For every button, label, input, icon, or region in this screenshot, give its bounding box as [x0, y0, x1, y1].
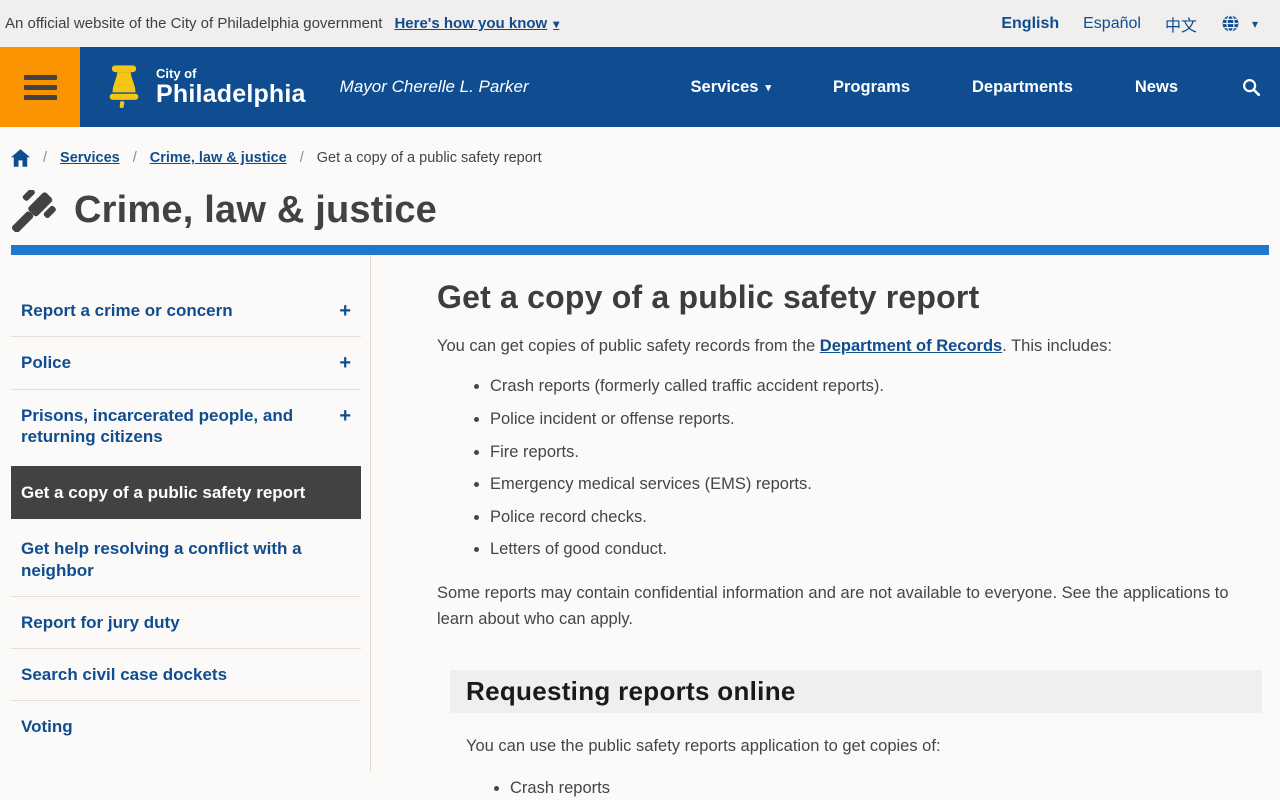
content-area: Report a crime or concern + Police + Pri…	[0, 255, 1280, 797]
sidebar-item-label: Prisons, incarcerated people, and return…	[21, 405, 294, 446]
city-of-philadelphia-logo[interactable]: City of Philadelphia	[102, 64, 306, 110]
mayor-name: Mayor Cherelle L. Parker	[339, 77, 529, 96]
intro-text-after: . This includes:	[1002, 337, 1112, 355]
language-english[interactable]: English	[1001, 15, 1059, 33]
logo-city-of: City of	[156, 66, 197, 81]
globe-icon	[1221, 14, 1240, 33]
plus-icon[interactable]: +	[339, 353, 351, 373]
language-chinese[interactable]: 中文	[1165, 12, 1197, 36]
breadcrumb-separator: /	[299, 150, 304, 166]
section-header: Requesting reports online	[450, 669, 1262, 713]
sidebar-item-label: Police	[21, 353, 72, 373]
home-icon[interactable]	[11, 149, 30, 167]
sidebar-item-report-a-crime-or-concern[interactable]: Report a crime or concern +	[11, 285, 361, 338]
nav-links: Services ▾ Programs Departments News	[691, 76, 1280, 98]
hamburger-icon	[23, 74, 57, 80]
gavel-icon	[12, 189, 58, 232]
plus-icon[interactable]: +	[339, 301, 351, 321]
sidebar-item-search-civil-case-dockets[interactable]: Search civil case dockets	[11, 649, 361, 702]
breadcrumb-link-services[interactable]: Services	[60, 150, 120, 166]
nav-item-departments-label: Departments	[972, 77, 1073, 96]
department-of-records-link[interactable]: Department of Records	[820, 337, 1002, 355]
language-switcher: English Español 中文 ▾	[1001, 12, 1258, 36]
liberty-bell-icon	[102, 64, 146, 110]
nav-item-programs-label: Programs	[832, 77, 911, 96]
online-report-types-list: Crash reports	[510, 776, 1262, 800]
sidebar-item-label: Search civil case dockets	[21, 665, 228, 684]
sidebar-item-label: Get a copy of a public safety report	[21, 483, 306, 502]
list-item: Fire reports.	[490, 440, 1262, 466]
sidebar-item-label: Voting	[21, 717, 73, 737]
requesting-reports-online-section: Requesting reports online You can use th…	[450, 669, 1262, 800]
nav-item-services-label: Services	[690, 77, 759, 96]
sidebar-item-prisons-incarcerated-people[interactable]: Prisons, incarcerated people, and return…	[11, 390, 361, 463]
heres-how-you-know-label: Here's how you know	[394, 15, 548, 32]
main-content: Get a copy of a public safety report You…	[371, 255, 1269, 797]
hamburger-icon	[23, 84, 57, 90]
list-item: Emergency medical services (EMS) reports…	[490, 472, 1262, 498]
caret-down-icon: ▾	[765, 81, 771, 94]
sidebar-item-label: Get help resolving a conflict with a nei…	[21, 539, 302, 580]
breadcrumb-separator: /	[43, 150, 48, 166]
list-item: Crash reports	[510, 776, 1262, 800]
language-globe-button[interactable]: ▾	[1221, 14, 1258, 33]
main-navigation: City of Philadelphia Mayor Cherelle L. P…	[0, 47, 1280, 127]
official-banner-text: An official website of the City of Phila…	[5, 15, 383, 32]
sidebar-item-report-for-jury-duty[interactable]: Report for jury duty	[11, 597, 361, 649]
sidebar: Report a crime or concern + Police + Pri…	[11, 255, 371, 772]
logo-text: City of Philadelphia	[156, 67, 306, 107]
caret-down-icon: ▾	[1251, 16, 1258, 31]
plus-icon[interactable]: +	[339, 406, 351, 426]
report-types-list: Crash reports (formerly called traffic a…	[490, 374, 1262, 562]
official-banner: An official website of the City of Phila…	[0, 0, 1280, 47]
section-heading: Requesting reports online	[466, 675, 796, 706]
logo-philadelphia: Philadelphia	[156, 80, 306, 108]
sidebar-item-get-help-resolving-conflict[interactable]: Get help resolving a conflict with a nei…	[11, 523, 361, 597]
list-item: Letters of good conduct.	[490, 537, 1262, 563]
breadcrumb-link-crime-law-justice[interactable]: Crime, law & justice	[150, 150, 287, 166]
intro-text-before: You can get copies of public safety reco…	[437, 337, 820, 355]
sidebar-item-label: Report a crime or concern	[21, 301, 233, 320]
sidebar-item-voting[interactable]: Voting	[11, 701, 361, 752]
search-icon	[1240, 76, 1262, 98]
caret-down-icon: ▾	[553, 16, 560, 31]
sidebar-item-get-copy-public-safety-report[interactable]: Get a copy of a public safety report	[11, 466, 361, 520]
nav-item-news[interactable]: News	[1135, 78, 1178, 97]
heres-how-you-know-button[interactable]: Here's how you know ▾	[394, 15, 559, 32]
section-intro: You can use the public safety reports ap…	[466, 736, 941, 755]
nav-item-news-label: News	[1134, 77, 1178, 96]
list-item: Police record checks.	[490, 505, 1262, 531]
intro-paragraph: You can get copies of public safety reco…	[437, 333, 1262, 359]
article-heading: Get a copy of a public safety report	[437, 279, 980, 315]
nav-item-services[interactable]: Services ▾	[691, 78, 771, 97]
page-title-row: Crime, law & justice	[0, 177, 1280, 232]
list-item: Police incident or offense reports.	[490, 407, 1262, 433]
breadcrumb-separator: /	[132, 150, 137, 166]
breadcrumb-current-page: Get a copy of a public safety report	[316, 150, 542, 166]
nav-item-programs[interactable]: Programs	[833, 78, 910, 97]
sidebar-item-label: Report for jury duty	[21, 612, 180, 632]
confidential-note: Some reports may contain confidential in…	[437, 583, 1229, 629]
page-title: Crime, law & justice	[74, 189, 438, 231]
nav-item-departments[interactable]: Departments	[972, 78, 1073, 97]
list-item: Crash reports (formerly called traffic a…	[490, 374, 1262, 400]
language-espanol[interactable]: Español	[1083, 15, 1141, 33]
hamburger-menu-button[interactable]	[0, 47, 80, 127]
title-accent-bar	[11, 245, 1269, 255]
sidebar-item-police[interactable]: Police +	[11, 337, 361, 390]
hamburger-icon	[23, 94, 57, 100]
search-button[interactable]	[1240, 76, 1262, 98]
section-body: You can use the public safety reports ap…	[450, 733, 1262, 800]
breadcrumb: / Services / Crime, law & justice / Get …	[0, 127, 1280, 177]
